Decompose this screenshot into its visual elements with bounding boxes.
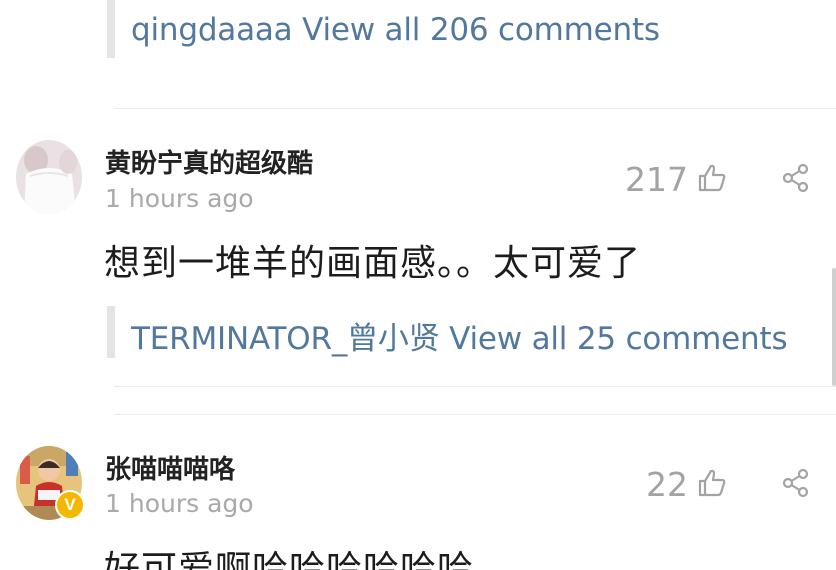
thumbs-up-icon[interactable] — [697, 163, 727, 193]
comment-divider — [114, 414, 836, 415]
comment-divider — [114, 108, 836, 109]
view-replies-link[interactable]: TERMINATOR_曾小贤 View all 25 comments — [131, 313, 788, 358]
timestamp: 1 hours ago — [105, 184, 254, 213]
username[interactable]: 张喵喵喵咯 — [105, 449, 235, 486]
comments-page: qingdaaaa View all 206 comments 黄盼宁真的超级酷… — [0, 0, 836, 570]
verified-badge: V — [55, 490, 85, 520]
share-icon[interactable] — [781, 468, 811, 498]
share-icon[interactable] — [781, 163, 811, 193]
reply-quote-bar — [107, 0, 115, 58]
comment-divider — [114, 386, 836, 387]
comment-text: 想到一堆羊的画面感。。太可爱了 — [104, 243, 642, 284]
reply-quote-bar — [107, 306, 115, 358]
scrollbar[interactable] — [832, 268, 836, 386]
username[interactable]: 黄盼宁真的超级酷 — [105, 143, 313, 180]
like-count: 22 — [646, 465, 688, 504]
thumbs-up-icon[interactable] — [697, 468, 727, 498]
view-replies-link[interactable]: qingdaaaa View all 206 comments — [131, 12, 660, 48]
avatar[interactable] — [16, 140, 82, 214]
like-count: 217 — [625, 160, 688, 199]
comment-text: 好可爱啊哈哈哈哈哈哈 — [104, 549, 475, 570]
timestamp: 1 hours ago — [105, 489, 254, 518]
